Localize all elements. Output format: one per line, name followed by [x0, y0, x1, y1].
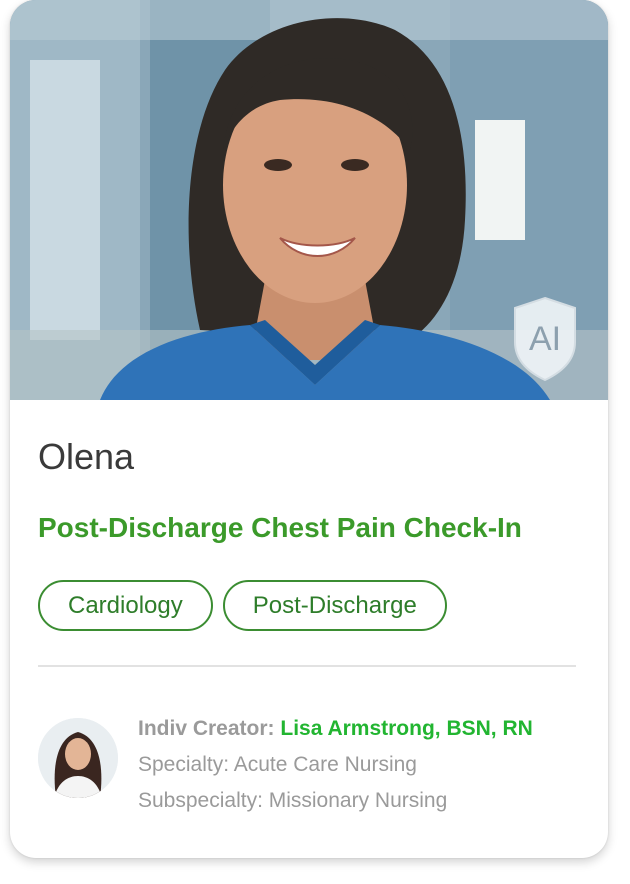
- tag-cardiology[interactable]: Cardiology: [38, 580, 213, 631]
- creator-section: Indiv Creator: Lisa Armstrong, BSN, RN S…: [38, 716, 580, 812]
- agent-photo: AI: [10, 0, 608, 400]
- ai-shield-icon: AI: [514, 296, 576, 382]
- creator-details: Indiv Creator: Lisa Armstrong, BSN, RN S…: [138, 716, 533, 824]
- creator-line: Indiv Creator: Lisa Armstrong, BSN, RN: [138, 716, 533, 752]
- tag-list: Cardiology Post-Discharge: [38, 580, 447, 631]
- agent-name: Olena: [38, 436, 135, 477]
- creator-label: Indiv Creator:: [138, 717, 275, 740]
- creator-avatar[interactable]: [38, 718, 118, 798]
- creator-avatar-icon: [38, 718, 118, 798]
- tag-post-discharge[interactable]: Post-Discharge: [222, 580, 447, 631]
- agent-card[interactable]: AI Olena Post-Discharge Chest Pain Check…: [10, 0, 608, 858]
- divider: [38, 665, 576, 667]
- creator-name-link[interactable]: Lisa Armstrong, BSN, RN: [280, 717, 532, 740]
- creator-subspecialty: Subspecialty: Missionary Nursing: [138, 789, 448, 812]
- ai-badge-label: AI: [529, 320, 561, 358]
- agent-title[interactable]: Post-Discharge Chest Pain Check-In: [38, 512, 522, 544]
- creator-specialty: Specialty: Acute Care Nursing: [138, 753, 417, 776]
